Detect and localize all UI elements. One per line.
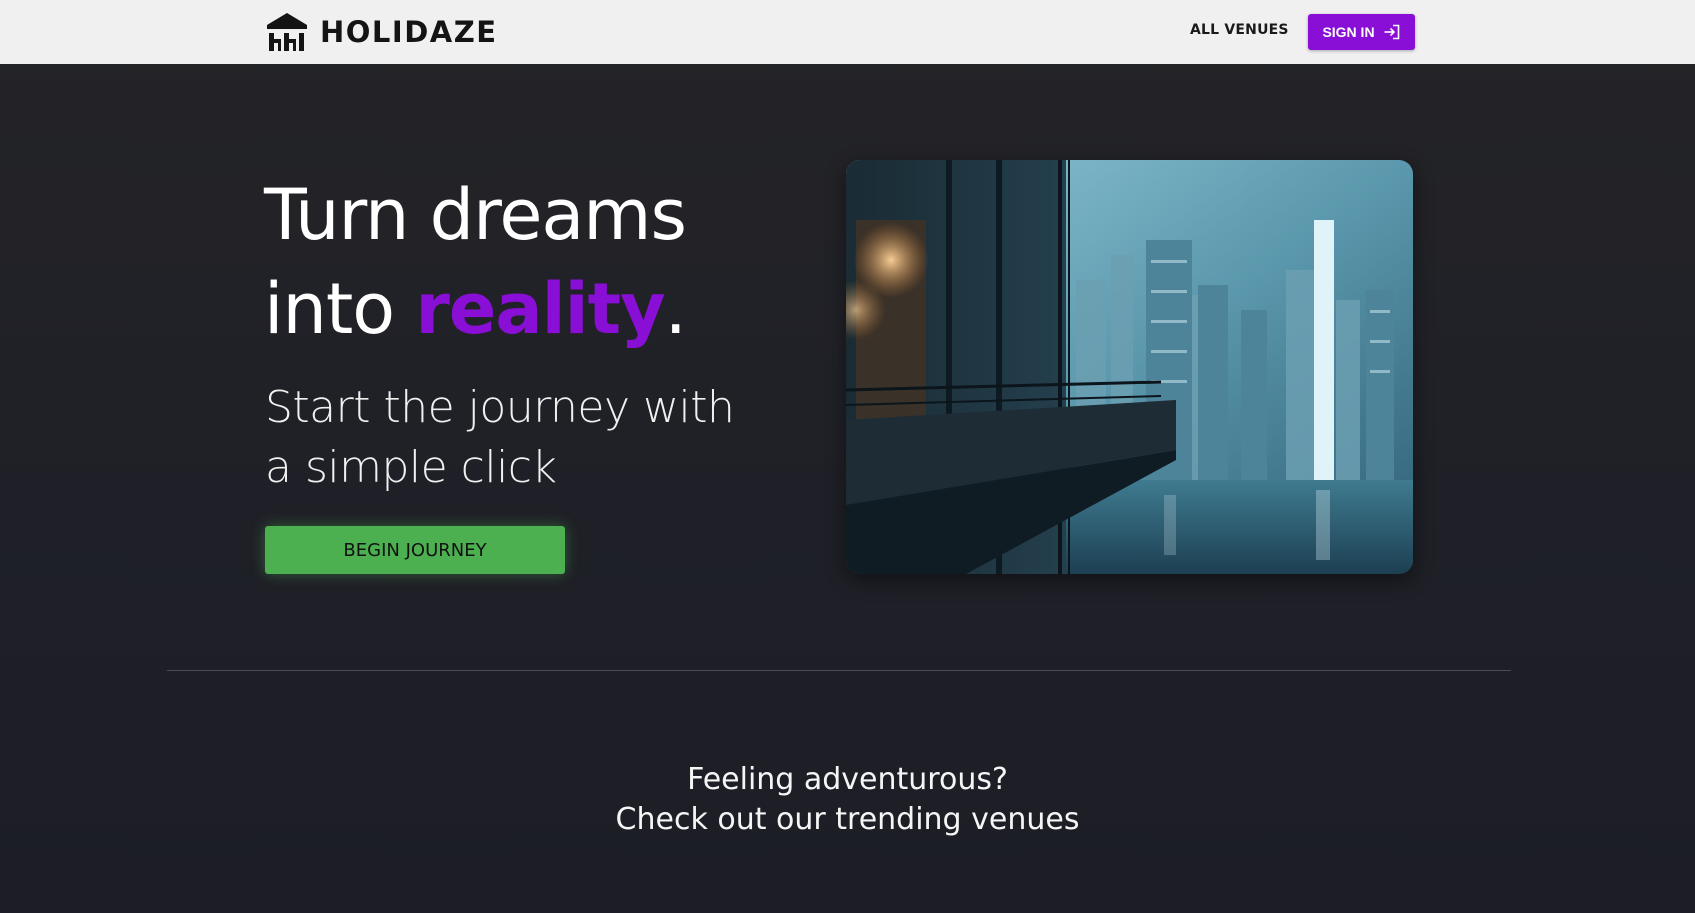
hero-title-line2-prefix: into xyxy=(264,268,416,350)
site-header: HOLIDAZE ALL VENUES SIGN IN xyxy=(0,0,1695,64)
trending-heading: Feeling adventurous? Check out our trend… xyxy=(0,760,1695,840)
hero-image xyxy=(846,160,1413,574)
hero-title-line1: Turn dreams xyxy=(264,174,687,256)
brand-name: HOLIDAZE xyxy=(320,15,498,49)
nav-all-venues[interactable]: ALL VENUES xyxy=(1190,22,1289,38)
sign-in-button[interactable]: SIGN IN xyxy=(1308,14,1415,50)
page: HOLIDAZE ALL VENUES SIGN IN Turn dreams … xyxy=(0,0,1695,913)
hero-title-period: . xyxy=(664,268,687,350)
hero-subtitle-line1: Start the journey with xyxy=(265,382,735,433)
section-divider xyxy=(167,670,1511,671)
sign-in-arrow-icon xyxy=(1383,24,1401,40)
trending-line1: Feeling adventurous? xyxy=(687,762,1008,797)
brand-logo[interactable]: HOLIDAZE xyxy=(266,10,498,54)
hero-title: Turn dreams into reality. xyxy=(264,168,784,356)
hero-title-accent: reality xyxy=(415,268,665,350)
trending-line2: Check out our trending venues xyxy=(615,802,1080,837)
begin-journey-button[interactable]: BEGIN JOURNEY xyxy=(265,526,565,574)
house-columns-icon xyxy=(266,11,308,53)
hero-subtitle-line2: a simple click xyxy=(265,442,557,493)
hero-subtitle: Start the journey with a simple click xyxy=(265,378,745,498)
sign-in-label: SIGN IN xyxy=(1322,24,1375,40)
